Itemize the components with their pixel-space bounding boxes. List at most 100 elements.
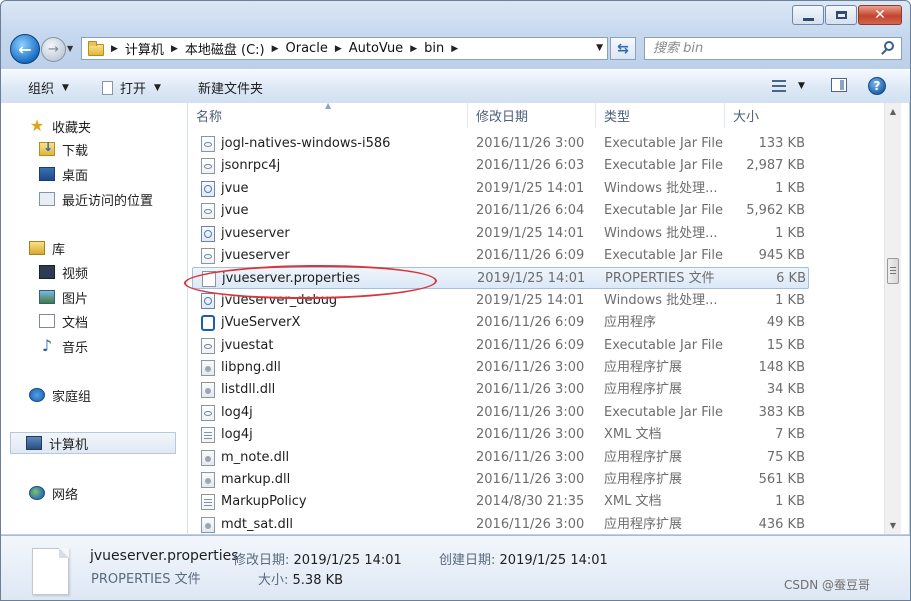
- file-row[interactable]: log4j 2016/11/26 3:00 Executable Jar File 3…: [192, 402, 809, 424]
- file-size: 383 KB: [758, 404, 805, 420]
- file-row[interactable]: jvue 2019/1/25 14:01 Windows 批处理... 1 KB: [192, 178, 809, 200]
- file-type: XML 文档: [604, 427, 662, 443]
- column-header-size[interactable]: 大小: [725, 103, 811, 128]
- column-header-type[interactable]: 类型: [596, 103, 725, 128]
- nav-computer[interactable]: 计算机: [10, 432, 176, 454]
- file-name: jvueserver: [221, 225, 290, 241]
- file-row[interactable]: jvue 2016/11/26 6:04 Executable Jar File 5,…: [192, 200, 809, 222]
- file-row[interactable]: jsonrpc4j 2016/11/26 6:03 Executable Jar F…: [192, 155, 809, 177]
- help-icon[interactable]: ?: [868, 77, 886, 95]
- star-icon: ★: [29, 116, 45, 135]
- address-bar[interactable]: ▶ 计算机 ▶ 本地磁盘 (C:) ▶ Oracle ▶ AutoVue ▶ b…: [81, 37, 608, 60]
- file-row[interactable]: m_note.dll 2016/11/26 3:00 应用程序扩展 75 KB: [192, 447, 809, 469]
- minimize-button[interactable]: [792, 5, 824, 25]
- nav-homegroup[interactable]: 家庭组: [29, 384, 91, 406]
- scroll-up-arrow-icon[interactable]: ▲: [885, 103, 901, 120]
- jar-file-icon: [201, 248, 215, 264]
- nav-recent-places[interactable]: 最近访问的位置: [39, 188, 153, 210]
- file-row[interactable]: jvueserver 2016/11/26 6:09 Executable Jar …: [192, 245, 809, 267]
- chevron-right-icon[interactable]: ▶: [171, 44, 178, 54]
- breadcrumb-drive-c[interactable]: 本地磁盘 (C:): [185, 39, 265, 58]
- music-note-icon: ♪: [41, 336, 53, 355]
- file-date: 2016/11/26 3:00: [476, 404, 585, 420]
- file-row[interactable]: jvueserver_debug 2019/1/25 14:01 Windows 批…: [192, 290, 809, 312]
- dll-file-icon: [201, 516, 215, 533]
- preview-pane-icon[interactable]: [831, 78, 847, 92]
- nav-desktop[interactable]: 桌面: [39, 163, 88, 185]
- file-row[interactable]: jvueserver.properties 2019/1/25 14:01 PROP…: [192, 267, 809, 290]
- file-row[interactable]: jVueServerX 2016/11/26 6:09 应用程序 49 KB: [192, 312, 809, 334]
- chevron-right-icon[interactable]: ▶: [272, 44, 279, 54]
- back-button[interactable]: ←: [10, 34, 40, 64]
- column-header-date[interactable]: 修改日期: [468, 103, 596, 128]
- organize-button[interactable]: 组织 ▼: [28, 78, 69, 97]
- file-type: 应用程序扩展: [604, 449, 683, 465]
- file-name: markup.dll: [221, 472, 291, 487]
- nav-music[interactable]: ♪ 音乐: [39, 335, 88, 357]
- file-date: 2016/11/26 3:00: [476, 472, 585, 487]
- file-size: 1 KB: [775, 494, 805, 510]
- new-folder-button[interactable]: 新建文件夹: [198, 78, 263, 97]
- file-row[interactable]: mdt_sat.dll 2016/11/26 3:00 应用程序扩展 436 KB: [192, 514, 809, 536]
- file-row[interactable]: log4j 2016/11/26 3:00 XML 文档 7 KB: [192, 424, 809, 446]
- file-date: 2016/11/26 6:04: [476, 203, 585, 219]
- nav-libraries[interactable]: 库: [29, 237, 65, 259]
- breadcrumb-oracle[interactable]: Oracle: [286, 41, 328, 56]
- recent-pages-dropdown[interactable]: ▼: [67, 44, 73, 53]
- bat-file-icon: [201, 180, 215, 197]
- column-header-name[interactable]: ▲ 名称: [188, 101, 468, 128]
- file-row[interactable]: MarkupPolicy 2014/8/30 21:35 XML 文档 1 KB: [192, 491, 809, 513]
- close-button[interactable]: ✕: [858, 5, 902, 25]
- file-row[interactable]: jvueserver 2019/1/25 14:01 Windows 批处理... 1…: [192, 223, 809, 245]
- nav-videos[interactable]: 视频: [39, 261, 88, 283]
- file-size: 561 KB: [758, 472, 805, 487]
- forward-button[interactable]: →: [41, 37, 66, 62]
- nav-label: 下载: [62, 143, 89, 159]
- file-date: 2016/11/26 6:09: [476, 337, 585, 353]
- file-row[interactable]: listdll.dll 2016/11/26 3:00 应用程序扩展 34 KB: [192, 379, 809, 401]
- file-row[interactable]: jvuestat 2016/11/26 6:09 Executable Jar Fi…: [192, 335, 809, 357]
- nav-pictures[interactable]: 图片: [39, 286, 88, 308]
- nav-documents[interactable]: 文档: [39, 310, 88, 332]
- file-size: 1 KB: [775, 292, 805, 308]
- file-row[interactable]: markup.dll 2016/11/26 3:00 应用程序扩展 561 KB: [192, 469, 809, 491]
- vertical-scrollbar[interactable]: ▲ ▼: [884, 103, 901, 534]
- jar-file-icon: [201, 337, 215, 354]
- file-type: Executable Jar File: [604, 136, 723, 151]
- sort-ascending-icon: ▲: [325, 101, 332, 110]
- chevron-right-icon[interactable]: ▶: [111, 44, 118, 54]
- file-name: libpng.dll: [221, 360, 281, 375]
- file-size: 75 KB: [766, 449, 805, 465]
- address-history-dropdown[interactable]: ▼: [596, 43, 603, 53]
- search-box[interactable]: [644, 37, 902, 60]
- breadcrumb-autovue[interactable]: AutoVue: [349, 41, 403, 56]
- view-options-icon[interactable]: [772, 80, 786, 92]
- maximize-button[interactable]: [825, 5, 857, 25]
- chevron-right-icon[interactable]: ▶: [451, 44, 458, 54]
- column-header-label: 大小: [733, 110, 760, 125]
- scroll-down-arrow-icon[interactable]: ▼: [885, 517, 901, 534]
- view-options-dropdown[interactable]: ▼: [798, 81, 805, 91]
- search-input[interactable]: [653, 41, 863, 56]
- chevron-right-icon[interactable]: ▶: [410, 44, 417, 54]
- search-icon[interactable]: [884, 41, 894, 51]
- dll-file-icon: [201, 449, 215, 466]
- chevron-down-icon: ▼: [154, 82, 161, 93]
- folder-icon: [88, 41, 104, 56]
- file-row[interactable]: libpng.dll 2016/11/26 3:00 应用程序扩展 148 KB: [192, 357, 809, 379]
- breadcrumb-computer[interactable]: 计算机: [125, 39, 164, 58]
- scroll-thumb[interactable]: [887, 258, 899, 284]
- nav-network[interactable]: 网络: [29, 482, 78, 504]
- nav-label: 图片: [62, 291, 89, 307]
- bat-file-icon: [201, 225, 215, 242]
- breadcrumb-bin[interactable]: bin: [424, 41, 444, 56]
- refresh-button[interactable]: ⇆: [610, 37, 636, 60]
- nav-downloads[interactable]: 下载: [39, 138, 88, 160]
- file-row[interactable]: jogl-natives-windows-i586 2016/11/26 3:00…: [192, 133, 809, 155]
- column-header-label: 类型: [604, 110, 631, 125]
- maximize-icon: [835, 11, 847, 19]
- chevron-right-icon[interactable]: ▶: [335, 44, 342, 54]
- open-button[interactable]: 打开 ▼: [102, 78, 161, 97]
- file-name: jvueserver: [221, 248, 290, 263]
- nav-favorites[interactable]: ★ 收藏夹: [29, 115, 91, 137]
